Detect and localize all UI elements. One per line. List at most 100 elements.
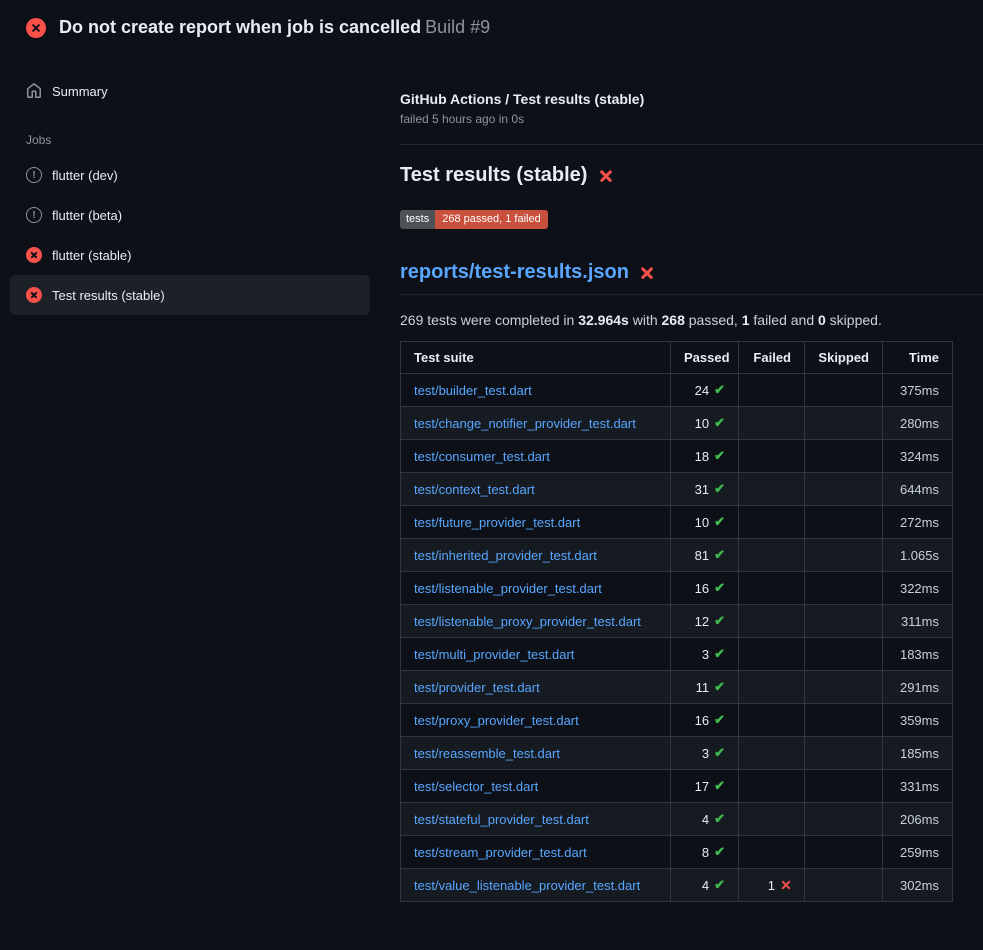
passed-count: 81 <box>695 548 709 563</box>
failed-cell <box>739 638 805 671</box>
sidebar-item-flutter-beta[interactable]: flutter (beta) <box>10 195 370 235</box>
passed-count: 17 <box>695 779 709 794</box>
test-suite-link[interactable]: test/stream_provider_test.dart <box>414 845 587 860</box>
sidebar-item-label: flutter (beta) <box>52 208 122 223</box>
time-cell: 185ms <box>883 737 953 770</box>
check-icon: ✔ <box>714 547 725 563</box>
check-icon: ✔ <box>714 811 725 827</box>
check-icon: ✔ <box>714 745 725 761</box>
skipped-cell <box>805 737 883 770</box>
failed-cell <box>739 836 805 869</box>
test-suite-link[interactable]: test/future_provider_test.dart <box>414 515 580 530</box>
test-suite-link[interactable]: test/reassemble_test.dart <box>414 746 560 761</box>
passed-cell: 3✔ <box>671 638 739 671</box>
sidebar-item-label: Summary <box>52 84 108 99</box>
skipped-cell <box>805 407 883 440</box>
passed-count: 16 <box>695 581 709 596</box>
sidebar-item-test-results-stable[interactable]: Test results (stable) <box>10 275 370 315</box>
test-suite-link[interactable]: test/selector_test.dart <box>414 779 538 794</box>
table-row: test/proxy_provider_test.dart16✔359ms <box>401 704 953 737</box>
table-row: test/listenable_provider_test.dart16✔322… <box>401 572 953 605</box>
report-heading: reports/test-results.json <box>400 261 983 295</box>
sidebar-item-flutter-stable[interactable]: flutter (stable) <box>10 235 370 275</box>
time-cell: 324ms <box>883 440 953 473</box>
skipped-cell <box>805 704 883 737</box>
passed-cell: 16✔ <box>671 704 739 737</box>
table-row: test/context_test.dart31✔644ms <box>401 473 953 506</box>
test-suite-link[interactable]: test/context_test.dart <box>414 482 535 497</box>
skipped-cell <box>805 473 883 506</box>
test-suite-link[interactable]: test/proxy_provider_test.dart <box>414 713 579 728</box>
suite-cell: test/change_notifier_provider_test.dart <box>401 407 671 440</box>
x-icon <box>598 168 613 183</box>
time-cell: 375ms <box>883 374 953 407</box>
passed-cell: 24✔ <box>671 374 739 407</box>
passed-cell: 10✔ <box>671 506 739 539</box>
skipped-cell <box>805 539 883 572</box>
test-suite-link[interactable]: test/inherited_provider_test.dart <box>414 548 597 563</box>
passed-count: 4 <box>702 812 709 827</box>
check-icon: ✔ <box>714 877 725 893</box>
passed-count: 16 <box>695 713 709 728</box>
failed-cell <box>739 572 805 605</box>
check-icon: ✔ <box>714 613 725 629</box>
suite-cell: test/context_test.dart <box>401 473 671 506</box>
check-run-page: Do not create report when job is cancell… <box>0 0 983 950</box>
exclamation-circle-icon <box>26 167 42 183</box>
suite-cell: test/provider_test.dart <box>401 671 671 704</box>
sidebar-item-flutter-dev[interactable]: flutter (dev) <box>10 155 370 195</box>
table-row: test/listenable_proxy_provider_test.dart… <box>401 605 953 638</box>
layout: Summary Jobs flutter (dev) flutter (beta… <box>0 53 983 922</box>
time-cell: 331ms <box>883 770 953 803</box>
test-suite-link[interactable]: test/value_listenable_provider_test.dart <box>414 878 640 893</box>
home-icon <box>26 83 42 99</box>
test-suite-link[interactable]: test/consumer_test.dart <box>414 449 550 464</box>
check-icon: ✔ <box>714 679 725 695</box>
sidebar-item-label: Test results (stable) <box>52 288 165 303</box>
table-row: test/change_notifier_provider_test.dart1… <box>401 407 953 440</box>
failed-count: 1 <box>768 878 775 893</box>
suite-cell: test/proxy_provider_test.dart <box>401 704 671 737</box>
time-cell: 206ms <box>883 803 953 836</box>
x-icon <box>640 265 655 280</box>
table-header-row: Test suite Passed Failed Skipped Time <box>401 342 953 374</box>
failed-cell <box>739 374 805 407</box>
test-suite-link[interactable]: test/builder_test.dart <box>414 383 532 398</box>
test-results-table: Test suite Passed Failed Skipped Time te… <box>400 341 953 902</box>
table-row: test/consumer_test.dart18✔324ms <box>401 440 953 473</box>
header: Do not create report when job is cancell… <box>0 0 983 53</box>
check-icon: ✔ <box>714 778 725 794</box>
skipped-cell <box>805 803 883 836</box>
col-header-test-suite: Test suite <box>401 342 671 374</box>
suite-cell: test/selector_test.dart <box>401 770 671 803</box>
passed-cell: 31✔ <box>671 473 739 506</box>
test-suite-link[interactable]: test/listenable_provider_test.dart <box>414 581 602 596</box>
sidebar-item-summary[interactable]: Summary <box>10 71 370 111</box>
skipped-cell <box>805 374 883 407</box>
suite-cell: test/builder_test.dart <box>401 374 671 407</box>
check-section-title: Test results (stable) <box>400 164 983 187</box>
test-suite-link[interactable]: test/listenable_proxy_provider_test.dart <box>414 614 641 629</box>
sidebar: Summary Jobs flutter (dev) flutter (beta… <box>0 53 380 315</box>
x-circle-icon <box>26 287 42 303</box>
test-suite-link[interactable]: test/provider_test.dart <box>414 680 540 695</box>
suite-cell: test/reassemble_test.dart <box>401 737 671 770</box>
passed-count: 4 <box>702 878 709 893</box>
test-suite-link[interactable]: test/multi_provider_test.dart <box>414 647 574 662</box>
exclamation-circle-icon <box>26 207 42 223</box>
passed-count: 10 <box>695 515 709 530</box>
section-title-text: Test results (stable) <box>400 164 587 187</box>
page-title: Do not create report when job is cancell… <box>59 17 490 38</box>
suite-cell: test/value_listenable_provider_test.dart <box>401 869 671 902</box>
passed-cell: 4✔ <box>671 803 739 836</box>
report-file-link[interactable]: reports/test-results.json <box>400 261 629 284</box>
passed-count: 24 <box>695 383 709 398</box>
passed-count: 3 <box>702 746 709 761</box>
sidebar-item-label: flutter (dev) <box>52 168 118 183</box>
test-suite-link[interactable]: test/stateful_provider_test.dart <box>414 812 589 827</box>
test-suite-link[interactable]: test/change_notifier_provider_test.dart <box>414 416 636 431</box>
passed-count: 31 <box>695 482 709 497</box>
failed-cell <box>739 605 805 638</box>
check-icon: ✔ <box>714 646 725 662</box>
x-circle-icon <box>26 247 42 263</box>
